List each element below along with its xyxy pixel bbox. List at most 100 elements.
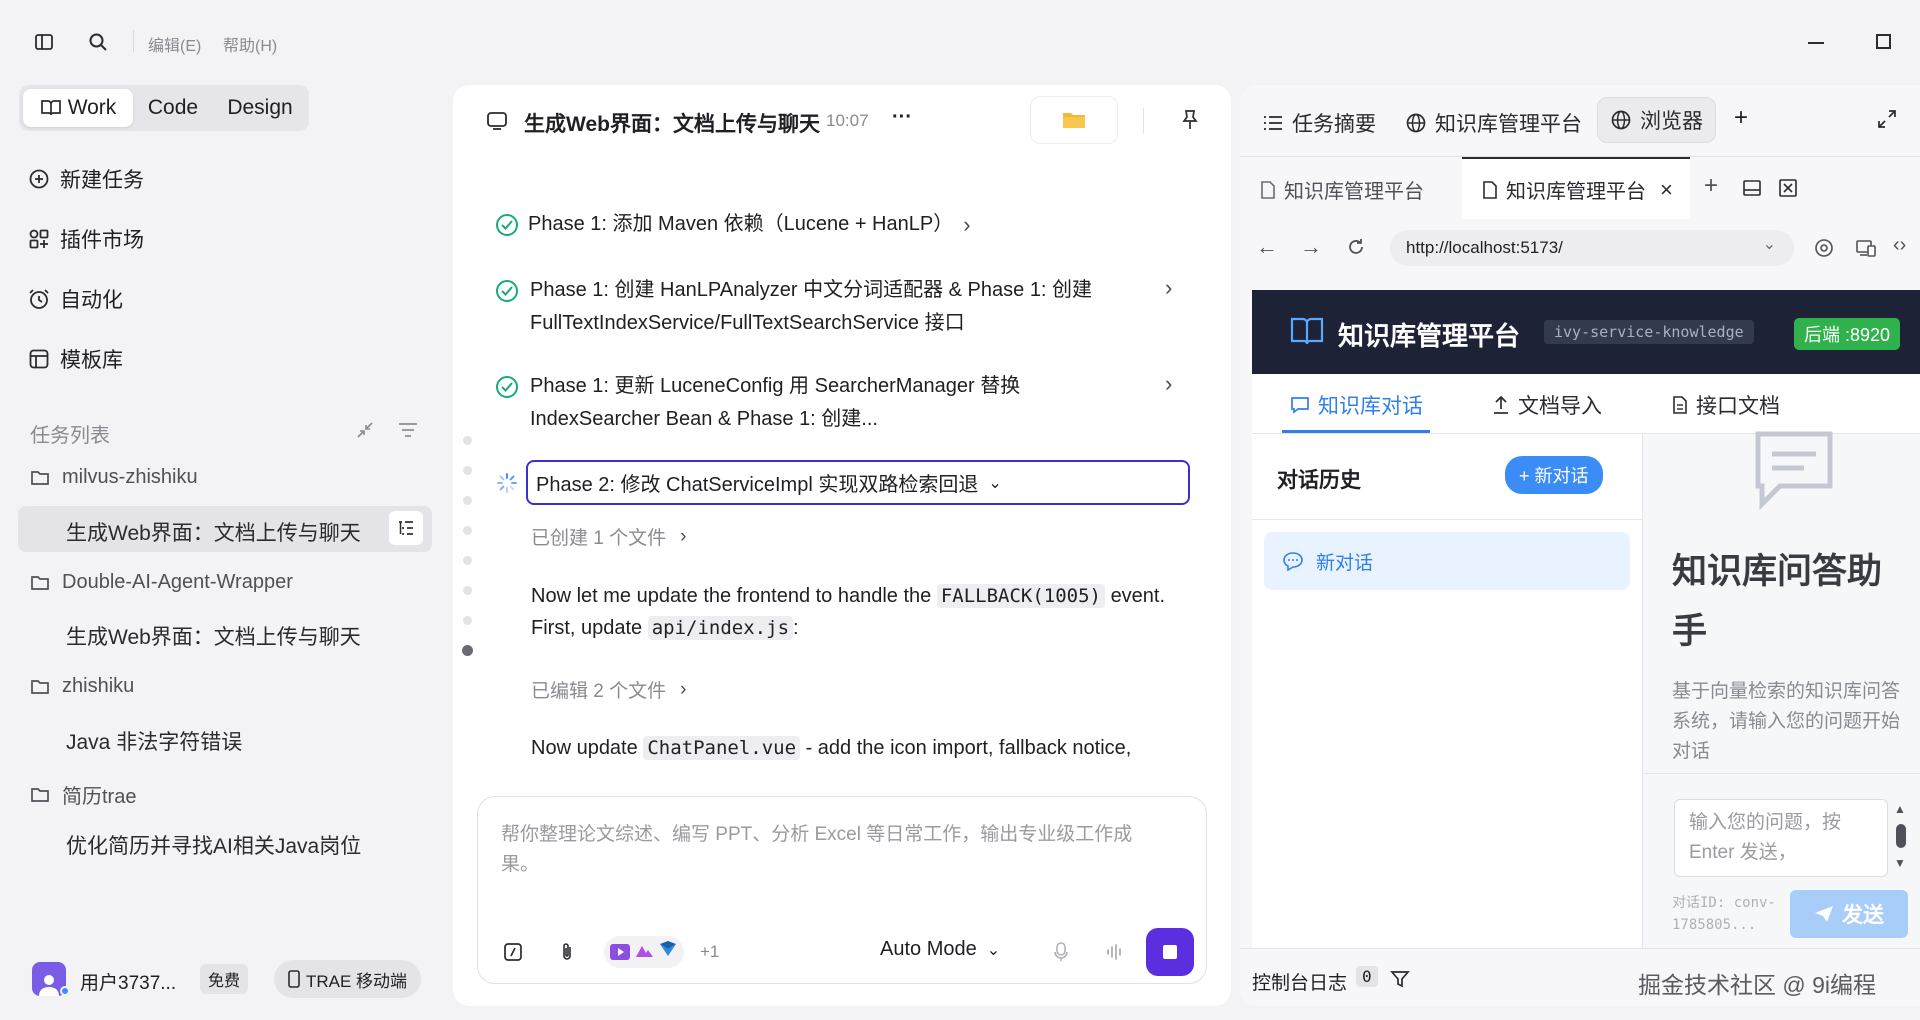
- chat-more-button[interactable]: ···: [892, 106, 912, 129]
- chevron-right-icon[interactable]: ›: [1165, 371, 1172, 397]
- add-tab-button[interactable]: +: [1734, 104, 1748, 132]
- back-button[interactable]: ←: [1256, 234, 1278, 260]
- filter-icon[interactable]: [1390, 969, 1410, 989]
- web-header: 知识库管理平台 ivy-service-knowledge 后端 :8920: [1252, 290, 1920, 374]
- user-name[interactable]: 用户3737...: [80, 968, 176, 995]
- task-folder-label: Double-AI-Agent-Wrapper: [62, 571, 293, 593]
- new-chat-button[interactable]: + 新对话: [1505, 456, 1603, 494]
- code-view-icon[interactable]: ‹›: [1893, 234, 1906, 257]
- phase-label-cont: IndexSearcher Bean & Phase 1: 创建...: [530, 408, 878, 430]
- assistant-message: Now let me update the frontend to handle…: [531, 580, 1171, 644]
- tab-knowledge-label: 知识库管理平台: [1435, 113, 1582, 136]
- scrollbar-thumb[interactable]: [1896, 824, 1906, 848]
- check-circle-icon: [496, 376, 518, 398]
- stop-button[interactable]: [1146, 928, 1194, 976]
- task-folder[interactable]: Double-AI-Agent-Wrapper: [30, 571, 293, 594]
- phase-current[interactable]: Phase 2: 修改 ChatServiceImpl 实现双路检索回退 ⌄: [526, 460, 1190, 505]
- maximize-button[interactable]: [1876, 34, 1891, 49]
- phase-item[interactable]: Phase 1: 添加 Maven 依赖（Lucene + HanLP） ›: [496, 208, 1176, 241]
- close-window-icon[interactable]: [1778, 178, 1798, 198]
- phase-item[interactable]: Phase 1: 创建 HanLPAnalyzer 中文分词适配器 & Phas…: [530, 274, 1150, 340]
- chevron-down-icon[interactable]: ⌄: [1763, 234, 1776, 254]
- collapse-icon[interactable]: [355, 420, 375, 440]
- nav-automation[interactable]: 自动化: [28, 284, 123, 314]
- outline-icon: [399, 521, 413, 535]
- scrollbar-up[interactable]: ▲: [1894, 802, 1906, 816]
- task-item[interactable]: Java 非法字符错误: [66, 726, 242, 756]
- video-tool-icon: [610, 944, 630, 960]
- mode-design-button[interactable]: Design: [215, 89, 305, 127]
- pin-icon[interactable]: [1180, 109, 1200, 131]
- auto-mode-label: Auto Mode: [880, 938, 977, 960]
- task-item[interactable]: 优化简历并寻找AI相关Java岗位: [66, 830, 361, 860]
- device-icon[interactable]: [1855, 238, 1877, 258]
- browser-tab-active[interactable]: 知识库管理平台 ×: [1482, 175, 1673, 204]
- tab-summary[interactable]: 任务摘要: [1262, 108, 1376, 138]
- expand-icon[interactable]: [1877, 109, 1897, 129]
- plan-badge: 免费: [200, 964, 249, 994]
- new-browser-tab-button[interactable]: +: [1704, 172, 1718, 200]
- tool-badges[interactable]: [604, 936, 684, 968]
- compass-icon[interactable]: [1814, 238, 1834, 258]
- history-title: 对话历史: [1277, 469, 1361, 492]
- browser-tab[interactable]: 知识库管理平台: [1260, 175, 1424, 204]
- mobile-button[interactable]: TRAE 移动端: [274, 960, 422, 998]
- more-tools-count[interactable]: +1: [700, 942, 719, 962]
- send-button[interactable]: 发送: [1790, 890, 1908, 938]
- conversation-item[interactable]: 新对话: [1264, 532, 1630, 590]
- chat-input[interactable]: 帮你整理论文综述、编写 PPT、分析 Excel 等日常工作，输出专业级工作成果…: [501, 820, 1161, 880]
- menu-help[interactable]: 帮助(H): [223, 32, 277, 56]
- search-icon[interactable]: [88, 32, 108, 52]
- watermark: 掘金技术社区 @ 9i编程: [1638, 972, 1877, 998]
- mode-code-button[interactable]: Code: [139, 89, 207, 127]
- nav-plugins[interactable]: 插件市场: [28, 224, 144, 254]
- menu-edit[interactable]: 编辑(E): [148, 32, 201, 56]
- task-item[interactable]: 生成Web界面：文档上传与聊天: [66, 621, 361, 651]
- task-item[interactable]: 生成Web界面：文档上传与聊天: [66, 517, 361, 547]
- sidebar-toggle-icon[interactable]: [34, 32, 54, 52]
- dock-icon[interactable]: [1742, 178, 1762, 198]
- minimize-button[interactable]: [1808, 42, 1824, 44]
- created-files-toggle[interactable]: 已创建 1 个文件 ›: [531, 523, 686, 550]
- scrollbar-down[interactable]: ▼: [1894, 856, 1906, 870]
- web-nav-chat-label: 知识库对话: [1318, 395, 1423, 418]
- address-bar[interactable]: http://localhost:5173/ ⌄: [1390, 230, 1794, 266]
- progress-dot: [463, 586, 472, 595]
- phase-item[interactable]: Phase 1: 更新 LuceneConfig 用 SearcherManag…: [530, 370, 1150, 436]
- nav-templates[interactable]: 模板库: [28, 344, 123, 374]
- voice-wave-icon[interactable]: [1104, 942, 1124, 962]
- url-text: http://localhost:5173/: [1406, 238, 1563, 257]
- web-nav-import[interactable]: 文档导入: [1492, 390, 1602, 420]
- mode-switch: Work Code Design: [19, 85, 309, 131]
- attach-icon[interactable]: [558, 941, 576, 963]
- web-nav-api[interactable]: 接口文档: [1672, 390, 1780, 420]
- task-outline-button[interactable]: [389, 511, 423, 545]
- image-tool-icon: [634, 941, 654, 964]
- tab-browser[interactable]: 浏览器: [1597, 97, 1716, 143]
- console-log-label[interactable]: 控制台日志: [1252, 968, 1347, 995]
- question-input[interactable]: 输入您的问题，按 Enter 发送，: [1674, 799, 1888, 877]
- auto-mode-select[interactable]: Auto Mode ⌄: [880, 938, 1000, 961]
- chat-icon: [486, 110, 508, 132]
- web-nav-chat[interactable]: 知识库对话: [1290, 390, 1423, 420]
- microphone-icon[interactable]: [1053, 941, 1069, 963]
- open-folder-button[interactable]: [1030, 96, 1118, 144]
- mode-code-label: Code: [147, 96, 199, 119]
- chevron-right-icon[interactable]: ›: [1165, 275, 1172, 301]
- folder-icon: [30, 469, 50, 487]
- edited-files-toggle[interactable]: 已编辑 2 个文件 ›: [531, 676, 686, 703]
- task-folder[interactable]: zhishiku: [30, 675, 134, 698]
- document-icon: [1672, 395, 1688, 415]
- nav-new-task-label: 新建任务: [60, 169, 144, 192]
- nav-new-task[interactable]: 新建任务: [28, 164, 144, 194]
- filter-list-icon[interactable]: [397, 420, 419, 440]
- close-tab-button[interactable]: ×: [1660, 177, 1673, 203]
- history-divider: [1252, 519, 1642, 520]
- task-folder[interactable]: milvus-zhishiku: [30, 466, 198, 489]
- slash-command-icon[interactable]: [503, 942, 523, 962]
- tab-knowledge[interactable]: 知识库管理平台: [1405, 108, 1582, 138]
- forward-button[interactable]: →: [1300, 234, 1322, 260]
- task-folder[interactable]: 简历trae: [30, 780, 136, 809]
- mode-work-button[interactable]: Work: [23, 89, 133, 127]
- reload-icon[interactable]: [1346, 237, 1366, 257]
